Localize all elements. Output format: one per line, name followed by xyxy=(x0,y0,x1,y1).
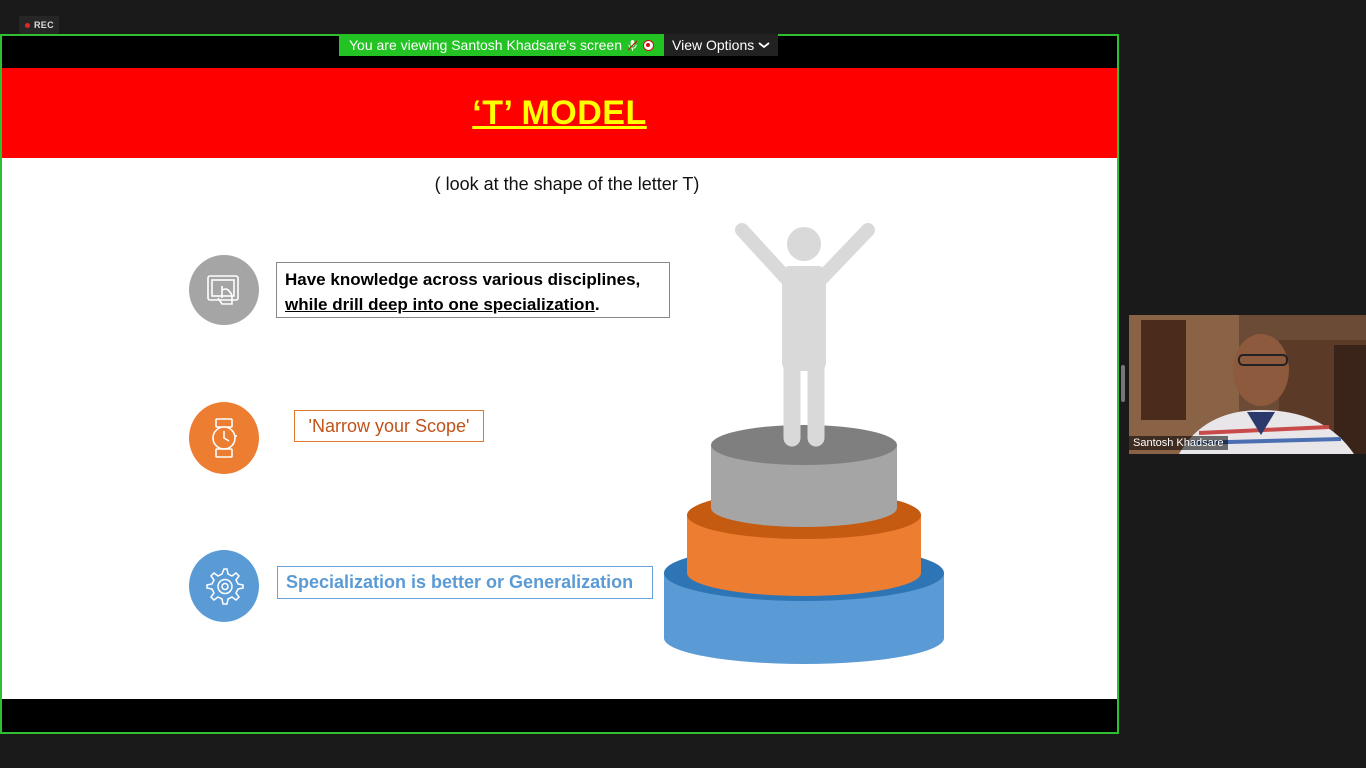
mic-muted-icon xyxy=(628,39,637,51)
slide-subtitle: ( look at the shape of the letter T) xyxy=(434,174,700,194)
presentation-slide: ‘T’ MODEL ( look at the shape of the let… xyxy=(2,68,1117,699)
participant-name: Santosh Khadsare xyxy=(1129,436,1228,450)
gear-icon xyxy=(189,550,259,622)
watch-icon xyxy=(189,402,259,474)
knowledge-line-2-suffix: . xyxy=(594,295,600,314)
panel-resize-handle[interactable] xyxy=(1121,365,1125,402)
participant-video[interactable] xyxy=(1129,315,1366,454)
specialization-text-box: Specialization is better or Generalizati… xyxy=(277,566,653,599)
recording-label: REC xyxy=(34,20,54,30)
slide-header: ‘T’ MODEL xyxy=(2,68,1117,158)
knowledge-line-1: Have knowledge across various discipline… xyxy=(285,270,641,289)
view-options-button[interactable]: View Options xyxy=(664,34,779,56)
touch-screen-icon xyxy=(189,255,259,325)
knowledge-text-box: Have knowledge across various discipline… xyxy=(276,262,670,318)
slide-title: ‘T’ MODEL xyxy=(472,93,647,132)
knowledge-line-2: while drill deep into one specialization xyxy=(285,295,595,314)
view-options-label: View Options xyxy=(672,37,755,53)
chevron-down-icon xyxy=(758,42,770,49)
record-dot-icon xyxy=(25,22,30,28)
recording-indicator: REC xyxy=(19,16,59,34)
t-model-pedestal-illustration xyxy=(664,223,944,664)
viewing-status: You are viewing Santosh Khadsare's scree… xyxy=(339,34,664,56)
viewing-text: You are viewing Santosh Khadsare's scree… xyxy=(349,37,622,53)
screen-share-banner: You are viewing Santosh Khadsare's scree… xyxy=(339,34,779,56)
narrow-scope-text-box: 'Narrow your Scope' xyxy=(294,410,484,442)
recording-status-icon xyxy=(643,39,654,51)
